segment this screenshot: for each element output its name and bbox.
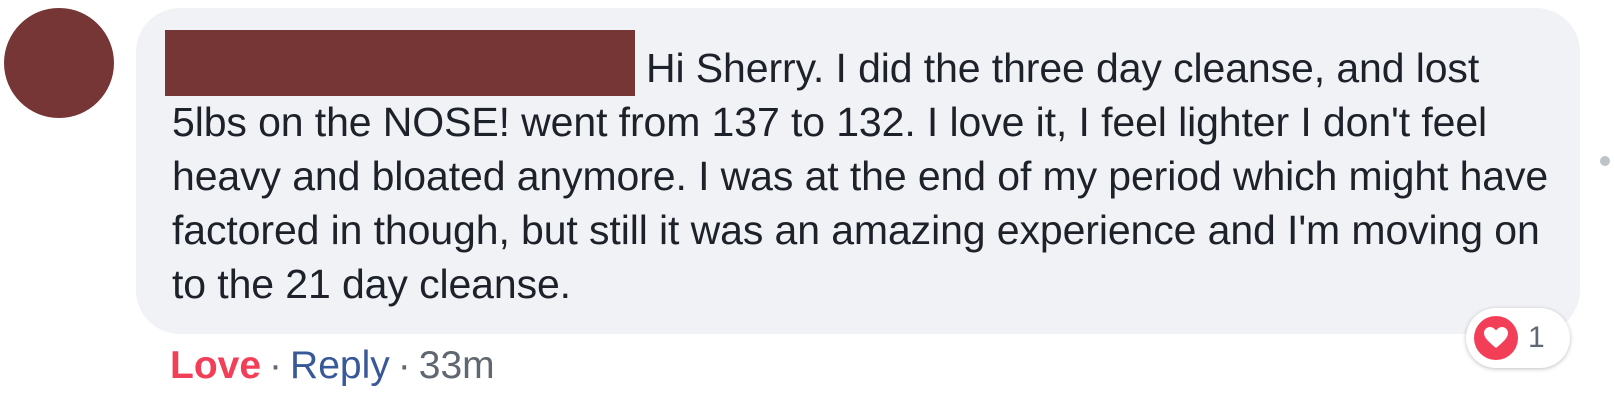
avatar[interactable] <box>4 8 114 118</box>
separator-dot: · <box>397 344 411 387</box>
timestamp[interactable]: 33m <box>419 342 495 390</box>
comment-actions: Love · Reply · 33m <box>170 342 495 390</box>
comment-container: Hi Sherry. I did the three day cleanse, … <box>0 0 1614 402</box>
love-reaction-button[interactable]: Love <box>170 342 261 390</box>
separator-dot: · <box>269 344 283 387</box>
reaction-count: 1 <box>1528 321 1545 354</box>
reply-link[interactable]: Reply <box>290 342 390 390</box>
comment-text: Hi Sherry. I did the three day cleanse, … <box>172 45 1549 307</box>
reaction-summary[interactable]: 1 <box>1466 308 1570 368</box>
heart-icon <box>1474 316 1518 360</box>
partial-menu-dot[interactable] <box>1600 156 1610 166</box>
